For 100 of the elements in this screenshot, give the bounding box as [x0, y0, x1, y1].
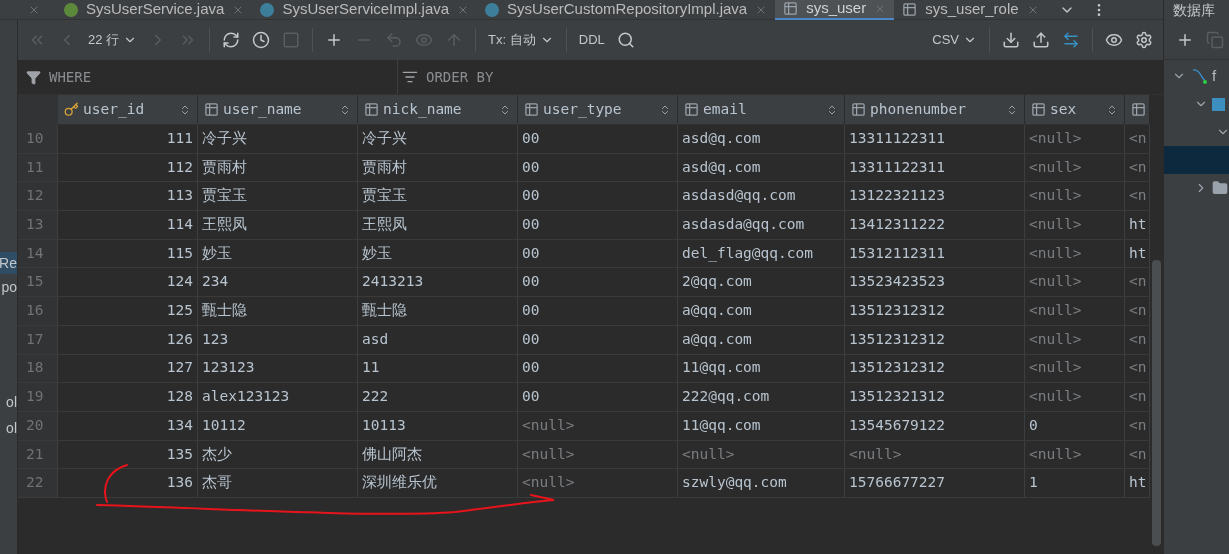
interface-icon — [64, 2, 78, 17]
eye-icon[interactable] — [1105, 31, 1123, 49]
column-header[interactable]: nick_name — [358, 95, 518, 124]
table-cell-text: <null> — [1029, 329, 1082, 349]
editor-tab[interactable]: SysUserService.java — [56, 0, 253, 20]
column-icon — [204, 102, 219, 117]
table-cell-text: 00 — [522, 157, 540, 177]
table-cell-text: 0 — [1029, 415, 1038, 435]
settings-icon[interactable] — [1135, 31, 1153, 49]
where-filter[interactable]: WHERE — [18, 60, 398, 94]
table-cell-text: <n — [1129, 358, 1147, 378]
table-cell-text: 冷子兴 — [202, 128, 247, 148]
table-cell-text: asd — [362, 329, 389, 349]
table-cell-text: 126 — [166, 329, 193, 349]
sort-icon[interactable] — [499, 103, 511, 116]
row-number: 22 — [18, 469, 58, 497]
sort-icon[interactable] — [179, 103, 191, 116]
order-by-filter[interactable]: ORDER BY — [398, 60, 1163, 94]
table-cell-text: szwly@qq.com — [682, 473, 787, 493]
sort-icon — [402, 69, 418, 85]
table-cell-text: 甄士隐 — [202, 301, 247, 321]
format-dropdown[interactable]: CSV — [932, 30, 977, 50]
side-item[interactable]: po — [1, 276, 17, 298]
table-cell-text: 134 — [166, 415, 193, 435]
table-cell-text: 123 — [202, 329, 229, 349]
sort-icon[interactable] — [1106, 103, 1118, 116]
editor-tab[interactable]: SysUserServiceImpl.java — [252, 0, 478, 20]
table-cell-text: 00 — [522, 128, 540, 148]
table-cell-text: 00 — [522, 329, 540, 349]
column-header[interactable]: email — [678, 95, 845, 124]
table-cell-text: <null> — [1029, 387, 1082, 407]
class-icon — [485, 2, 500, 17]
table-cell-text: <null> — [1029, 358, 1082, 378]
column-header[interactable]: user_type — [518, 95, 678, 124]
side-item[interactable]: ol — [6, 391, 17, 413]
refresh-icon[interactable] — [222, 31, 241, 49]
row-count-dropdown[interactable]: 22 行 — [88, 30, 138, 50]
column-icon — [524, 102, 539, 117]
row-number: 11 — [18, 153, 58, 182]
table-cell-text: <n — [1129, 157, 1147, 177]
table-cell-text: 15766677227 — [849, 473, 946, 493]
table-cell-text: 13512312312 — [849, 329, 946, 349]
table-cell-text: <null> — [522, 444, 575, 464]
column-icon — [364, 102, 379, 117]
table-cell-text: <null> — [1029, 243, 1082, 263]
row-number: 14 — [18, 239, 58, 268]
compare-icon[interactable] — [1062, 31, 1080, 49]
upload-icon[interactable] — [1032, 31, 1050, 49]
row-number: 21 — [18, 440, 58, 469]
table-icon — [902, 2, 918, 17]
table-cell-text: <null> — [522, 415, 575, 435]
column-icon — [684, 102, 699, 117]
table-cell-text: 13311122311 — [849, 157, 946, 177]
side-item[interactable]: Re — [0, 252, 17, 274]
table-cell-text: 00 — [522, 215, 540, 235]
column-icon — [1131, 102, 1146, 117]
column-header[interactable]: user_name — [198, 95, 358, 124]
class-icon — [260, 2, 275, 17]
ddl-button[interactable]: DDL — [578, 30, 605, 50]
editor-tab[interactable]: SysUserCustomRepositoryImpl.java — [477, 0, 776, 20]
table-cell-text: 1 — [1029, 473, 1038, 493]
scrollbar-thumb[interactable] — [1152, 260, 1161, 546]
search-icon[interactable] — [616, 31, 635, 49]
row-number: 19 — [18, 383, 58, 411]
table-cell-text: 135 — [166, 444, 193, 464]
table-cell-text: ht — [1129, 215, 1147, 235]
table-cell-text: <null> — [1029, 444, 1082, 464]
table-cell-text: asd@q.com — [682, 157, 761, 177]
editor-tab[interactable]: sys_user_role — [894, 0, 1047, 20]
table-cell-text: <null> — [1029, 157, 1082, 177]
table-cell-text: 13512321312 — [849, 387, 946, 407]
table-cell-text: 00 — [522, 272, 540, 292]
sort-icon[interactable] — [339, 103, 351, 116]
dolphin-icon — [1190, 67, 1208, 85]
folder-icon — [1212, 180, 1228, 196]
row-number: 20 — [18, 411, 58, 440]
table-cell-text: asd@q.com — [682, 128, 761, 148]
table-cell-text: 11@qq.com — [682, 415, 761, 435]
side-item[interactable]: ol — [6, 417, 17, 439]
table-cell-text: 128 — [166, 387, 193, 407]
download-icon[interactable] — [1002, 31, 1020, 49]
table-cell-text: 13523423523 — [849, 272, 946, 292]
column-header[interactable]: phonenumber — [845, 95, 1025, 124]
column-header[interactable]: sex — [1025, 95, 1125, 124]
sort-icon[interactable] — [826, 103, 838, 116]
table-cell-text: asdasda@qq.com — [682, 215, 805, 235]
table-cell-text: 113 — [166, 186, 193, 206]
editor-tab[interactable]: sys_user — [775, 0, 895, 20]
sort-icon[interactable] — [1006, 103, 1018, 116]
table-cell-text: 贾雨村 — [202, 157, 247, 177]
table-cell-text: 佛山阿杰 — [362, 444, 422, 464]
table-cell-text: del_flag@qq.com — [682, 243, 813, 264]
table-cell-text: <null> — [849, 444, 902, 464]
table-cell-text: 222@qq.com — [682, 387, 770, 407]
tree-row[interactable]: f — [1164, 62, 1229, 90]
transaction-dropdown[interactable]: Tx: 自动 — [488, 30, 554, 50]
column-header[interactable]: user_id — [58, 95, 198, 124]
clock-icon[interactable] — [252, 31, 271, 49]
sort-icon[interactable] — [659, 103, 671, 116]
table-cell-text: 13545679122 — [849, 415, 946, 435]
